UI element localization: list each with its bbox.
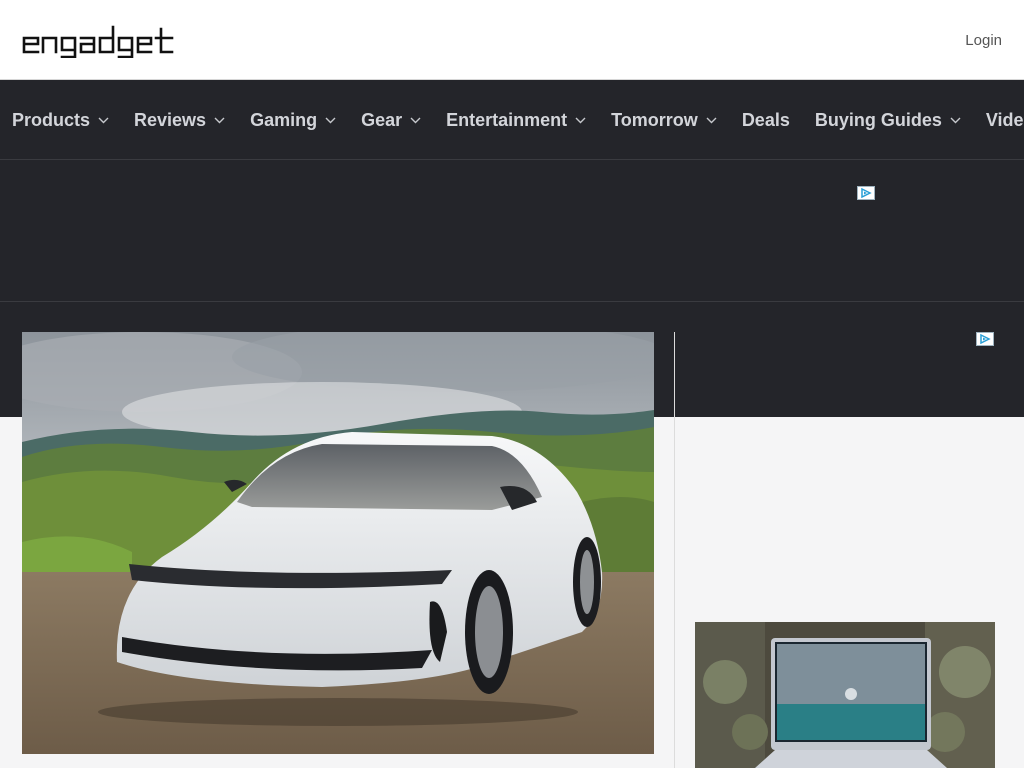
nav-item-products[interactable]: Products	[12, 110, 109, 131]
nav-item-label: Gear	[361, 109, 403, 130]
login-link[interactable]: Login	[965, 32, 1002, 49]
nav-item-video[interactable]: Video	[986, 110, 1024, 131]
chevron-down-icon	[410, 117, 421, 123]
main-nav: Products Reviews Gaming Gear Entertainment To…	[0, 80, 1024, 160]
nav-item-label: Gaming	[250, 109, 318, 130]
nav-item-label: Products	[12, 109, 91, 130]
chevron-down-icon	[575, 117, 586, 123]
ad-choices-icon[interactable]	[857, 186, 875, 200]
nav-item-gaming[interactable]: Gaming	[250, 110, 336, 131]
nav-item-label: Tomorrow	[611, 109, 698, 130]
ad-choices-icon[interactable]	[976, 332, 994, 346]
nav-item-label: Video	[985, 109, 1024, 130]
sidebar-article-image[interactable]	[695, 622, 995, 768]
nav-item-reviews[interactable]: Reviews	[134, 110, 225, 131]
ad-divider	[0, 301, 1024, 302]
nav-item-buying-guides[interactable]: Buying Guides	[815, 110, 961, 131]
chevron-down-icon	[325, 117, 336, 123]
nav-item-label: Entertainment	[446, 109, 568, 130]
nav-item-entertainment[interactable]: Entertainment	[446, 110, 586, 131]
nav-item-deals[interactable]: Deals	[742, 110, 790, 131]
hero-article-image[interactable]	[22, 332, 654, 754]
chevron-down-icon	[214, 117, 225, 123]
column-divider	[674, 332, 675, 768]
site-header: Login	[0, 0, 1024, 80]
engadget-logo[interactable]	[22, 24, 174, 58]
nav-item-label: Buying Guides	[814, 109, 942, 130]
chevron-down-icon	[950, 117, 961, 123]
nav-item-label: Reviews	[134, 109, 207, 130]
nav-item-gear[interactable]: Gear	[361, 110, 421, 131]
nav-list: Products Reviews Gaming Gear Entertainment To…	[0, 80, 1024, 159]
chevron-down-icon	[706, 117, 717, 123]
nav-item-label: Deals	[741, 109, 790, 130]
nav-item-tomorrow[interactable]: Tomorrow	[611, 110, 717, 131]
chevron-down-icon	[98, 117, 109, 123]
